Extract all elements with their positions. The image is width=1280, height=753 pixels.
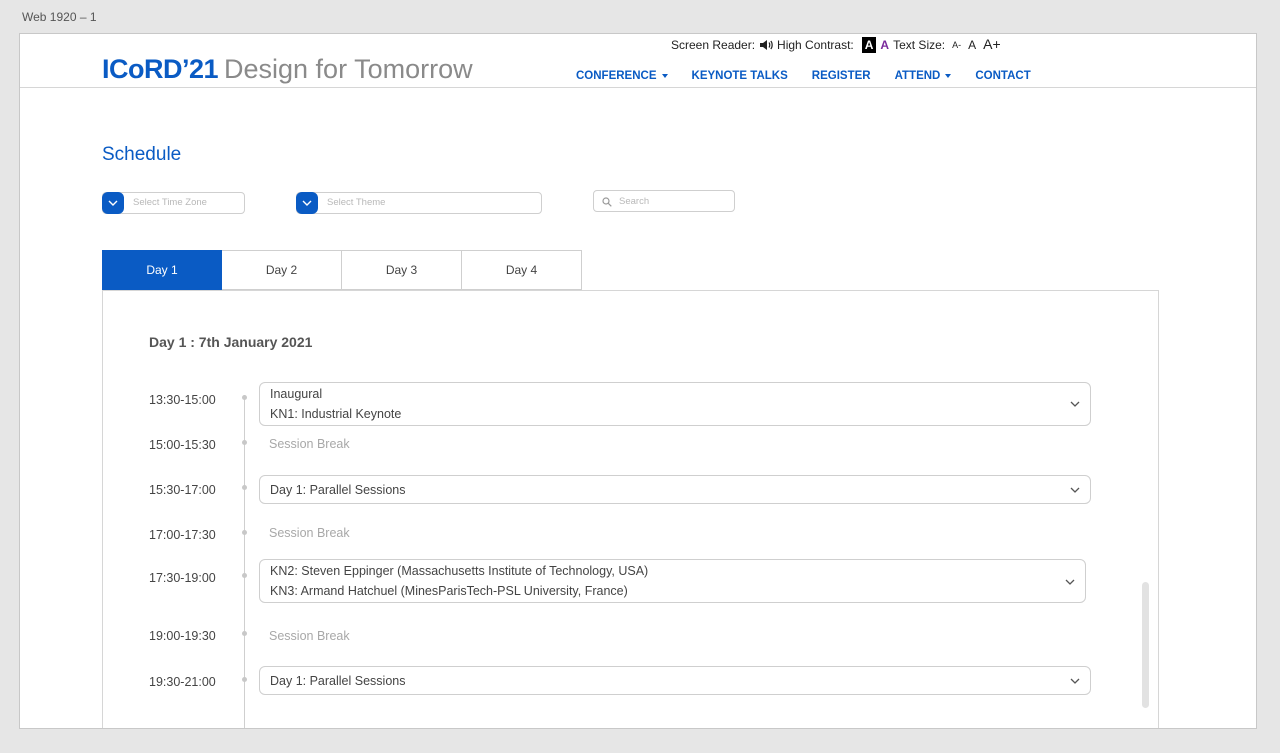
day-title: Day 1 : 7th January 2021 <box>149 334 313 350</box>
search-placeholder: Search <box>619 196 650 207</box>
session-card[interactable]: KN2: Steven Eppinger (Massachusetts Inst… <box>259 559 1086 603</box>
session-line: KN3: Armand Hatchuel (MinesParisTech-PSL… <box>270 584 628 598</box>
scrollbar-thumb[interactable] <box>1142 582 1149 708</box>
session-break: Session Break <box>269 526 350 540</box>
tab-day-4[interactable]: Day 4 <box>462 250 582 290</box>
artboard-label: Web 1920 – 1 <box>22 10 97 24</box>
nav-item-keynote-talks[interactable]: KEYNOTE TALKS <box>692 70 788 82</box>
time-slot: 19:30-21:00 <box>149 675 216 689</box>
site-logo[interactable]: ICoRD’21 <box>102 54 219 85</box>
text-size-label: Text Size: <box>893 38 946 52</box>
theme-dropdown-button[interactable] <box>296 192 318 214</box>
speaker-icon[interactable] <box>759 39 773 51</box>
timezone-placeholder: Select Time Zone <box>133 197 207 208</box>
tab-day-3[interactable]: Day 3 <box>342 250 462 290</box>
theme-placeholder: Select Theme <box>327 197 386 208</box>
high-contrast-label: High Contrast: <box>777 38 854 52</box>
nav-label: CONFERENCE <box>576 70 657 82</box>
search-input[interactable]: Search <box>593 190 735 212</box>
nav-item-attend[interactable]: ATTEND <box>895 70 952 82</box>
page-title: Schedule <box>102 144 182 165</box>
timezone-dropdown-button[interactable] <box>102 192 124 214</box>
session-line: KN1: Industrial Keynote <box>270 407 402 421</box>
time-slot: 17:30-19:00 <box>149 571 216 585</box>
caret-down-icon <box>661 74 668 78</box>
text-size-small-button[interactable]: A- <box>952 40 961 50</box>
time-slot: 17:00-17:30 <box>149 528 216 542</box>
caret-down-icon <box>945 74 952 78</box>
nav-label: REGISTER <box>811 70 871 82</box>
timeline-dot <box>242 530 247 535</box>
timeline-dot <box>242 573 247 578</box>
chevron-down-icon[interactable] <box>1070 401 1080 407</box>
timezone-select[interactable]: Select Time Zone <box>102 192 245 214</box>
session-break: Session Break <box>269 629 350 643</box>
nav-item-conference[interactable]: CONFERENCE <box>576 70 668 82</box>
session-card[interactable]: Day 1: Parallel Sessions <box>259 666 1091 695</box>
session-line: Inaugural <box>270 387 323 401</box>
day-tabs: Day 1 Day 2 Day 3 Day 4 <box>102 250 582 290</box>
schedule-panel: Day 1 : 7th January 2021 13:30-15:00 Ina… <box>102 290 1159 728</box>
chevron-down-icon[interactable] <box>1070 487 1080 493</box>
site-header: ICoRD’21 Design for Tomorrow Screen Read… <box>20 34 1256 88</box>
high-contrast-black-option[interactable]: A <box>861 37 877 53</box>
text-size-large-button[interactable]: A+ <box>983 36 1001 52</box>
session-line: Day 1: Parallel Sessions <box>270 674 406 688</box>
accessibility-toolbar: Screen Reader: High Contrast: A A Text S… <box>671 36 1005 54</box>
time-slot: 15:30-17:00 <box>149 483 216 497</box>
session-line: Day 1: Parallel Sessions <box>270 483 406 497</box>
timeline-dot <box>242 440 247 445</box>
timeline-dot <box>242 631 247 636</box>
session-card[interactable]: Day 1: Parallel Sessions <box>259 475 1091 504</box>
session-card[interactable]: Inaugural KN1: Industrial Keynote <box>259 382 1091 426</box>
chevron-down-icon <box>108 200 118 206</box>
chevron-down-icon[interactable] <box>1070 678 1080 684</box>
tab-day-2[interactable]: Day 2 <box>222 250 342 290</box>
tab-day-1[interactable]: Day 1 <box>102 250 222 290</box>
time-slot: 13:30-15:00 <box>149 393 216 407</box>
timeline-dot <box>242 677 247 682</box>
nav-label: CONTACT <box>975 70 1031 82</box>
timeline-dot <box>242 395 247 400</box>
session-break: Session Break <box>269 437 350 451</box>
chevron-down-icon[interactable] <box>1065 579 1075 585</box>
search-icon <box>602 197 612 207</box>
chevron-down-icon <box>302 200 312 206</box>
session-line: KN2: Steven Eppinger (Massachusetts Inst… <box>270 564 649 578</box>
site-tagline: Design for Tomorrow <box>224 54 473 84</box>
timeline-dot <box>242 485 247 490</box>
high-contrast-purple-option[interactable]: A <box>880 38 889 52</box>
theme-select[interactable]: Select Theme <box>296 192 542 214</box>
nav-label: KEYNOTE TALKS <box>691 70 788 82</box>
time-slot: 15:00-15:30 <box>149 438 216 452</box>
nav-label: ATTEND <box>894 70 941 82</box>
nav-item-contact[interactable]: CONTACT <box>975 70 1030 82</box>
text-size-default-button[interactable]: A <box>968 38 976 52</box>
main-nav: CONFERENCE KEYNOTE TALKS REGISTER ATTEND… <box>576 70 1055 82</box>
time-slot: 19:00-19:30 <box>149 629 216 643</box>
screen-reader-label: Screen Reader: <box>671 38 756 52</box>
nav-item-register[interactable]: REGISTER <box>812 70 871 82</box>
webpage-frame: ICoRD’21 Design for Tomorrow Screen Read… <box>19 33 1257 729</box>
